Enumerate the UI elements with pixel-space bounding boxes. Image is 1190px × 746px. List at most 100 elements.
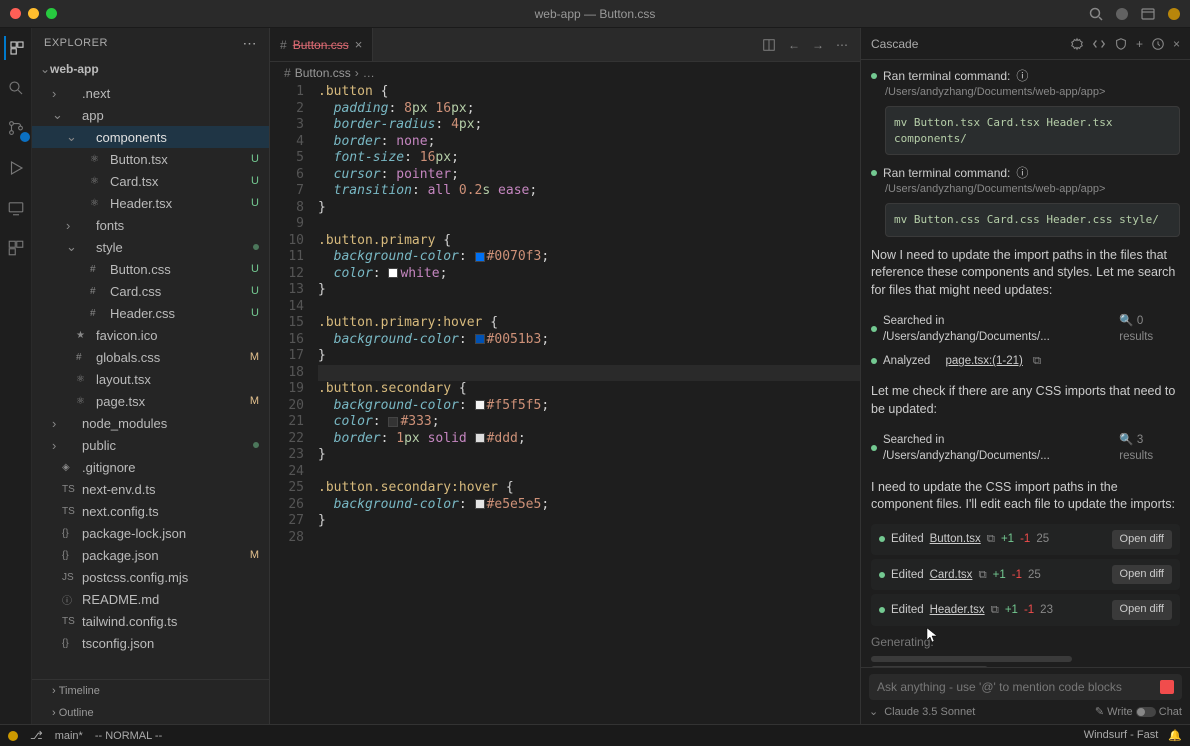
tree-item[interactable]: ◈.gitignore: [32, 456, 269, 478]
tree-item[interactable]: #globals.cssM: [32, 346, 269, 368]
tree-item[interactable]: JSpostcss.config.mjs: [32, 566, 269, 588]
cascade-input-area: Ask anything - use '@' to mention code b…: [861, 667, 1190, 724]
warning-icon[interactable]: [8, 731, 18, 741]
tree-item[interactable]: ⚛page.tsxM: [32, 390, 269, 412]
tree-item[interactable]: ⌄style: [32, 236, 269, 258]
model-label[interactable]: Claude 3.5 Sonnet: [884, 706, 975, 718]
terminal-output: mv Button.css Card.css Header.css style/: [885, 203, 1180, 236]
search-result[interactable]: Searched in /Users/andyzhang/Documents/.…: [871, 428, 1180, 468]
tree-item[interactable]: #Button.cssU: [32, 258, 269, 280]
titlebar-actions: [1088, 6, 1182, 22]
account-icon[interactable]: [1166, 6, 1182, 22]
sidebar-more-icon[interactable]: ⋯: [243, 35, 258, 52]
tree-item[interactable]: ⚛layout.tsx: [32, 368, 269, 390]
open-diff-button[interactable]: Open diff: [1112, 600, 1172, 619]
write-chat-toggle[interactable]: ✎ Write Chat: [1095, 705, 1182, 718]
tab-filename: Button.css: [293, 38, 349, 52]
tree-item[interactable]: ⌄components: [32, 126, 269, 148]
tree-item[interactable]: {}package.jsonM: [32, 544, 269, 566]
edit-row[interactable]: Edited Header.tsx ⧉ +1 -1 23Open diff: [871, 594, 1180, 625]
settings-icon[interactable]: [1070, 37, 1084, 51]
close-panel-icon[interactable]: ×: [1173, 37, 1180, 51]
css-file-icon: #: [284, 66, 291, 80]
tree-item[interactable]: ⚛Card.tsxU: [32, 170, 269, 192]
search-result[interactable]: Searched in /Users/andyzhang/Documents/.…: [871, 309, 1180, 349]
debug-icon[interactable]: [4, 156, 28, 180]
code-icon[interactable]: [1092, 37, 1106, 51]
windsurf-status[interactable]: Windsurf - Fast: [1084, 729, 1159, 742]
explorer-icon[interactable]: [4, 36, 28, 60]
titlebar: web-app — Button.css: [0, 0, 1190, 28]
activitybar: [0, 28, 32, 724]
input-placeholder: Ask anything - use '@' to mention code b…: [877, 680, 1122, 694]
tree-item[interactable]: ⌄app: [32, 104, 269, 126]
tree-item[interactable]: ⚛Header.tsxU: [32, 192, 269, 214]
split-editor-icon[interactable]: [762, 38, 776, 52]
close-tab-icon[interactable]: ×: [355, 37, 363, 52]
sidebar-footer: › Timeline › Outline: [32, 679, 269, 724]
tree-item[interactable]: ›public: [32, 434, 269, 456]
tree-item[interactable]: ›node_modules: [32, 412, 269, 434]
tree-item[interactable]: ★favicon.ico: [32, 324, 269, 346]
prev-icon[interactable]: ←: [788, 38, 800, 52]
tree-item[interactable]: #Card.cssU: [32, 280, 269, 302]
tree-item[interactable]: #Header.cssU: [32, 302, 269, 324]
tree-item[interactable]: TStailwind.config.ts: [32, 610, 269, 632]
zoom-window[interactable]: [46, 8, 57, 19]
remote-icon[interactable]: [4, 196, 28, 220]
info-icon[interactable]: ⓘ: [1016, 165, 1028, 182]
history-icon[interactable]: [1151, 37, 1165, 51]
tree-item[interactable]: TSnext-env.d.ts: [32, 478, 269, 500]
tree-root[interactable]: ⌄ web-app: [32, 58, 269, 80]
analyzed-file: page.tsx:(1-21): [946, 353, 1023, 369]
mouse-cursor-icon: [926, 627, 938, 643]
next-icon[interactable]: →: [812, 38, 824, 52]
chevron-down-icon[interactable]: ⌄: [869, 705, 878, 718]
code-area[interactable]: 1234567891011121314151617181920212223242…: [270, 84, 860, 724]
tree-item[interactable]: ⓘREADME.md: [32, 588, 269, 610]
terminal-step: Ran terminal command: ⓘ /Users/andyzhang…: [871, 165, 1180, 237]
tree-item[interactable]: ⚛Button.tsxU: [32, 148, 269, 170]
breadcrumb[interactable]: # Button.css › …: [270, 62, 860, 84]
sidebar-title: Explorer: [44, 37, 108, 49]
more-actions-icon[interactable]: ⋯: [836, 38, 848, 52]
git-branch[interactable]: main*: [55, 730, 83, 742]
tab-button-css[interactable]: # Button.css ×: [270, 28, 373, 61]
layout-icon[interactable]: [1140, 6, 1156, 22]
open-diff-button[interactable]: Open diff: [1112, 530, 1172, 549]
gutter: 1234567891011121314151617181920212223242…: [270, 84, 318, 724]
analyzed-row[interactable]: Analyzed page.tsx:(1-21) ⧉: [871, 349, 1180, 373]
branch-icon[interactable]: ⎇: [30, 729, 43, 742]
tree-item[interactable]: ›fonts: [32, 214, 269, 236]
tree-item[interactable]: ›.next: [32, 82, 269, 104]
close-window[interactable]: [10, 8, 21, 19]
results-count: 🔍 0 results: [1119, 313, 1180, 345]
outline-section[interactable]: › Outline: [32, 702, 269, 724]
open-diff-button[interactable]: Open diff: [1112, 565, 1172, 584]
edit-row[interactable]: Edited Card.tsx ⧉ +1 -1 25Open diff: [871, 559, 1180, 590]
timeline-section[interactable]: › Timeline: [32, 680, 269, 702]
status-dot-icon: [871, 445, 877, 451]
search-icon[interactable]: [1088, 6, 1104, 22]
edit-row[interactable]: Edited Button.tsx ⧉ +1 -1 25Open diff: [871, 524, 1180, 555]
copy-icon[interactable]: ⧉: [1033, 353, 1041, 369]
extensions-icon[interactable]: [4, 236, 28, 260]
tree-item[interactable]: TSnext.config.ts: [32, 500, 269, 522]
source-control-icon[interactable]: [4, 116, 28, 140]
plus-icon[interactable]: +: [1136, 37, 1143, 51]
code-content[interactable]: .button { padding: 8px 16px; border-radi…: [318, 84, 860, 724]
copilot-icon[interactable]: [1114, 6, 1130, 22]
info-icon[interactable]: ⓘ: [1016, 68, 1028, 85]
search-activity-icon[interactable]: [4, 76, 28, 100]
chat-input[interactable]: Ask anything - use '@' to mention code b…: [869, 674, 1182, 700]
bell-icon[interactable]: 🔔: [1168, 729, 1182, 742]
stop-button[interactable]: [1160, 680, 1174, 694]
window-title: web-app — Button.css: [535, 7, 656, 21]
shield-icon[interactable]: [1114, 37, 1128, 51]
minimize-window[interactable]: [28, 8, 39, 19]
cascade-panel: Cascade + × Ran terminal command: ⓘ /Use…: [860, 28, 1190, 724]
editor: # Button.css × ← → ⋯ # Button.css › … 12…: [270, 28, 860, 724]
tree-item[interactable]: {}tsconfig.json: [32, 632, 269, 654]
tree-item[interactable]: {}package-lock.json: [32, 522, 269, 544]
cascade-body: Ran terminal command: ⓘ /Users/andyzhang…: [861, 60, 1190, 667]
